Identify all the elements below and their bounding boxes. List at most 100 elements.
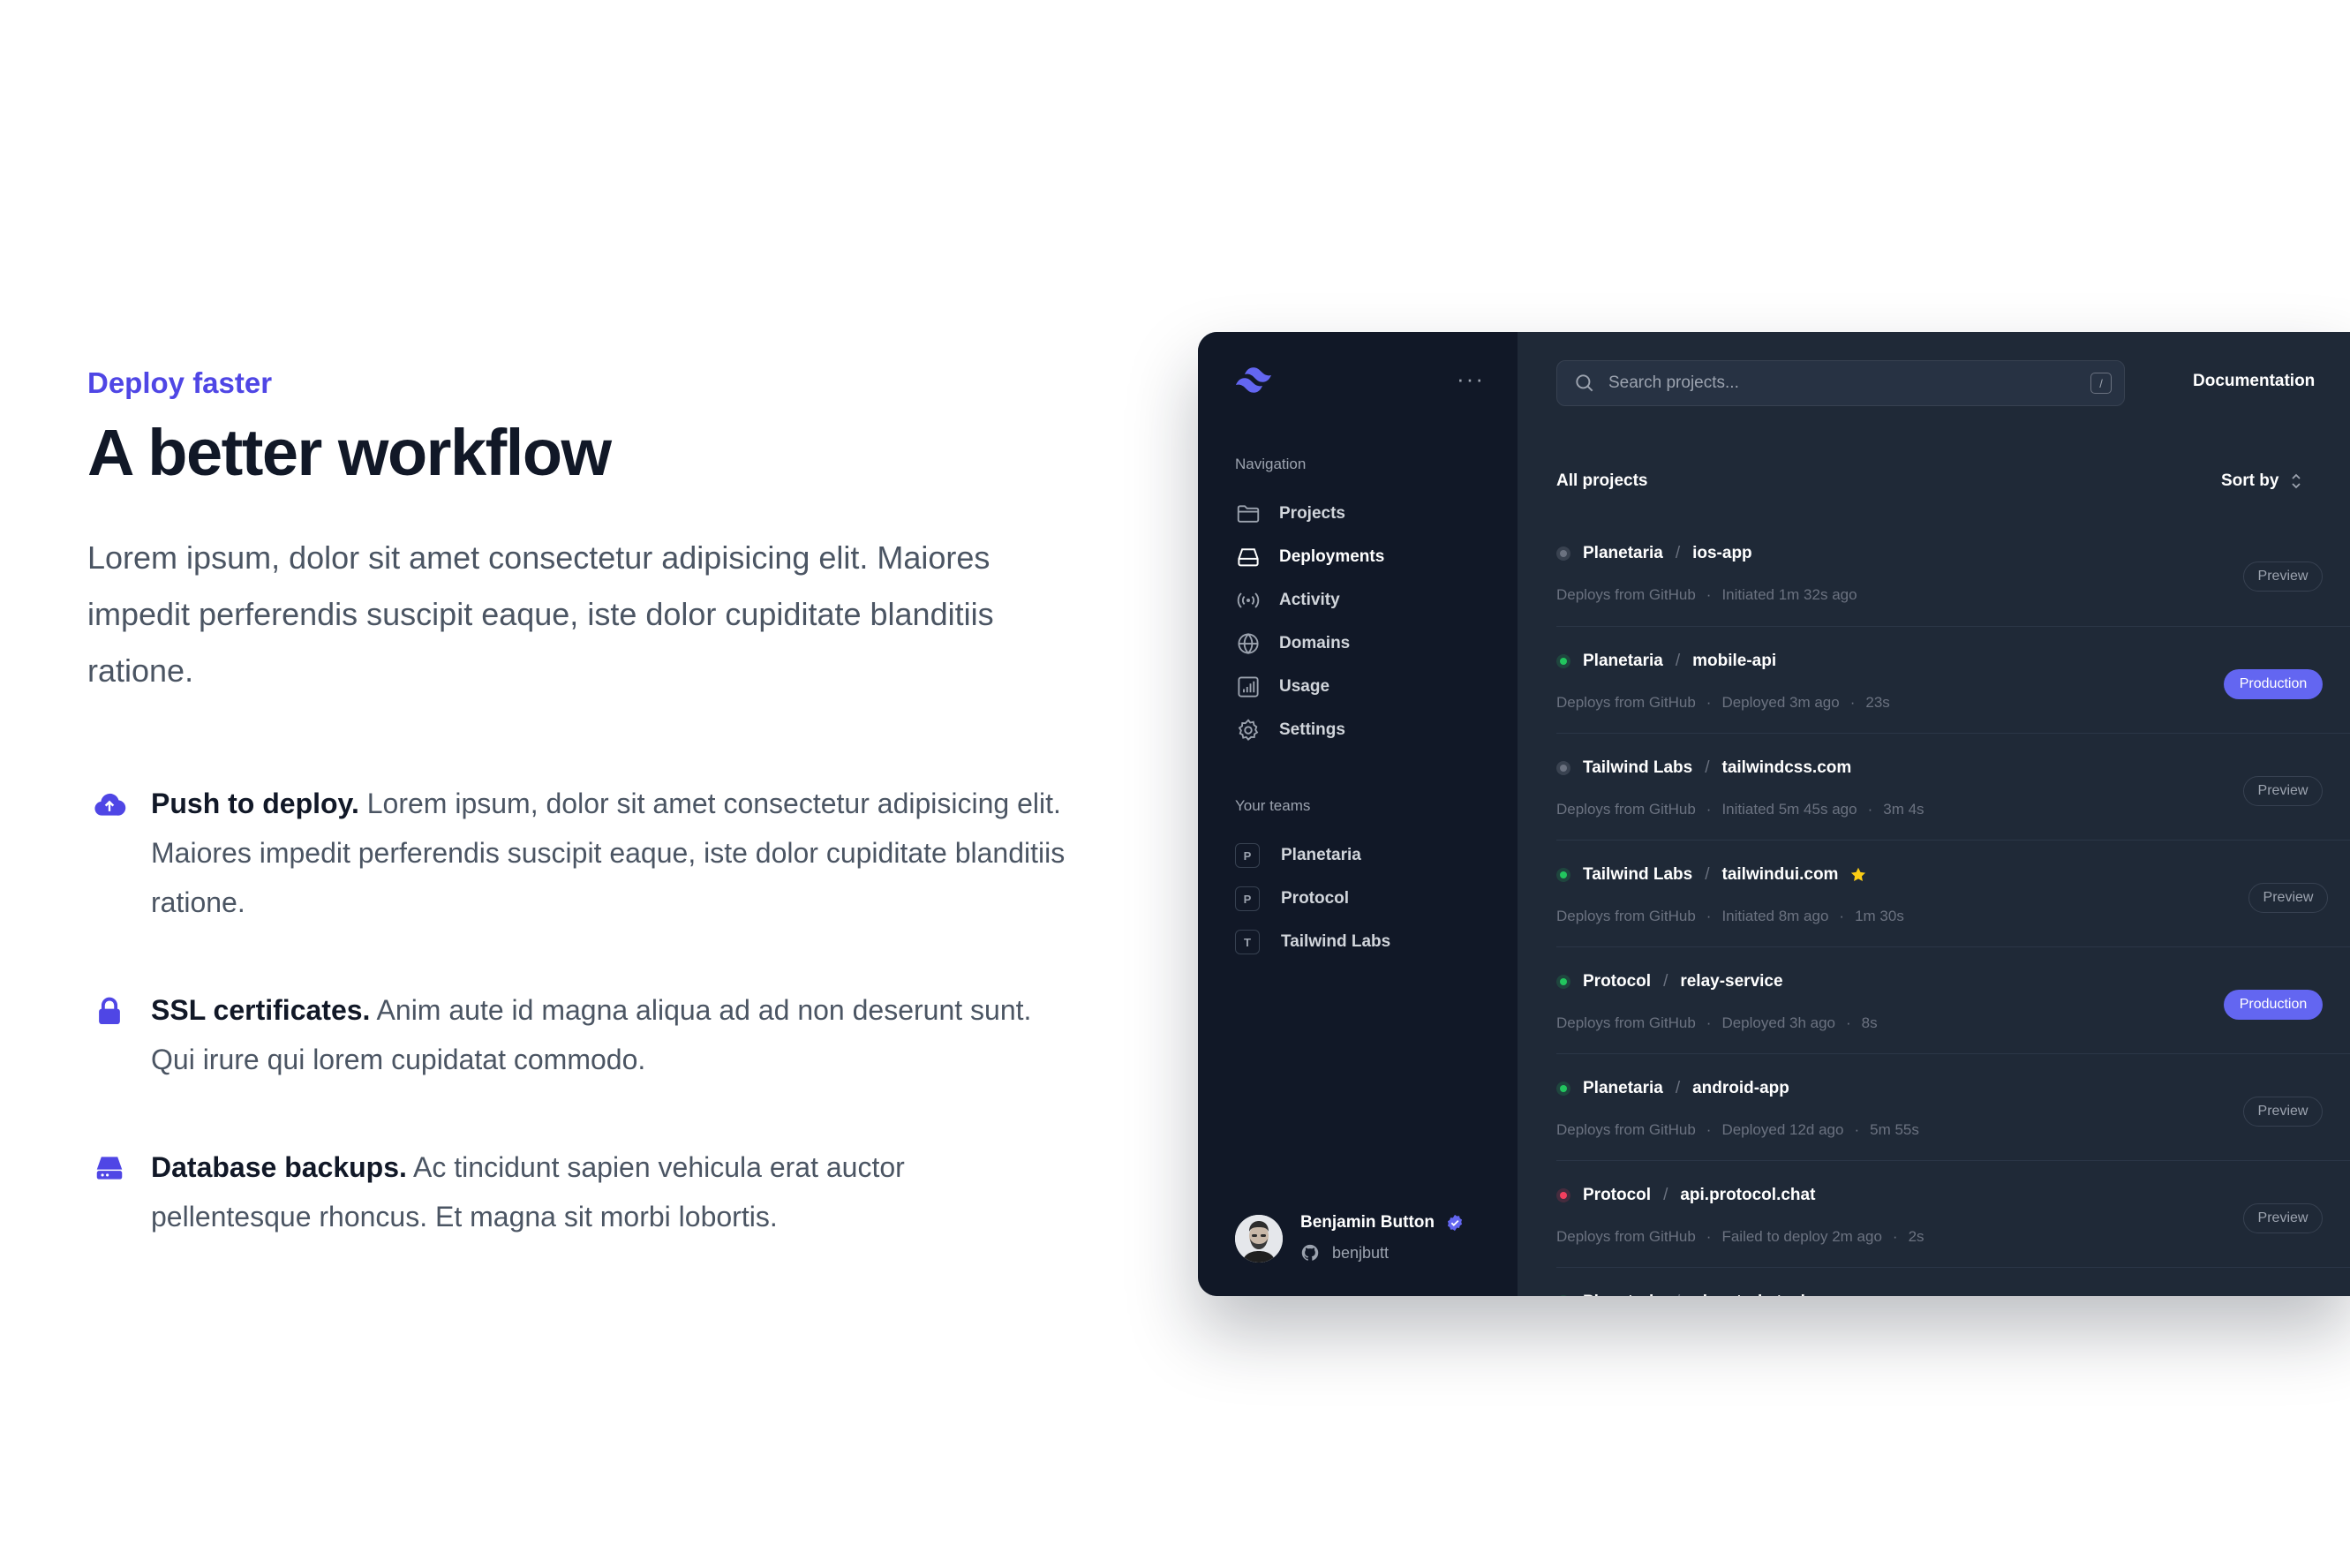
search-bar[interactable]: Search projects... / bbox=[1556, 360, 2125, 406]
table-row[interactable]: Tailwind Labs / tailwindcss.com Deploys fro… bbox=[1556, 733, 2350, 840]
sidebar-item-label: Deployments bbox=[1279, 547, 1385, 566]
chart-bar-icon bbox=[1238, 676, 1259, 697]
separator: / bbox=[1676, 1293, 1680, 1296]
sidebar-item-projects[interactable]: Projects bbox=[1235, 496, 1345, 531]
deployment-source: Deploys from GitHub bbox=[1556, 1014, 1696, 1031]
user-profile[interactable]: Benjamin Button benjbutt bbox=[1235, 1213, 1500, 1271]
environment-badge: Production bbox=[2224, 990, 2323, 1020]
team-label: Planetaria bbox=[1281, 846, 1361, 864]
list-title: All projects bbox=[1556, 471, 1648, 490]
feature-database-backups: Database backups. Ac tincidunt sapien ve… bbox=[87, 1142, 1069, 1241]
environment-badge: Preview bbox=[2243, 562, 2323, 592]
deployment-source: Deploys from GitHub bbox=[1556, 586, 1696, 603]
team-name: Protocol bbox=[1583, 972, 1652, 991]
feature-section: Deploy faster A better workflow Lorem ip… bbox=[87, 360, 1065, 1241]
search-input[interactable]: Search projects... bbox=[1608, 373, 2090, 393]
table-row[interactable]: Planetaria / mobile-api Deploys from GitHub… bbox=[1556, 626, 2350, 733]
table-row[interactable]: Protocol / api.protocol.chat Deploys from G… bbox=[1556, 1160, 2350, 1267]
deployment-source: Deploys from GitHub bbox=[1556, 908, 1696, 924]
separator: / bbox=[1705, 865, 1710, 884]
project-name: relay-service bbox=[1680, 972, 1783, 991]
feature-push-to-deploy: Push to deploy. Lorem ipsum, dolor sit a… bbox=[87, 779, 1069, 927]
deployment-info: Deployed 12d ago bbox=[1721, 1121, 1844, 1138]
sidebar-team-tailwind-labs[interactable]: T Tailwind Labs bbox=[1235, 924, 1390, 960]
deployment-meta: Deploys from GitHub · Deployed 3m ago · 23s bbox=[1556, 694, 1890, 712]
team-name: Planetaria bbox=[1583, 1293, 1663, 1296]
team-initial: P bbox=[1235, 886, 1260, 911]
meta-separator: · bbox=[1846, 1014, 1851, 1031]
environment-badge: Preview bbox=[2243, 1203, 2323, 1233]
team-initial: T bbox=[1235, 930, 1260, 954]
search-shortcut-key: / bbox=[2090, 373, 2112, 394]
separator: / bbox=[1663, 972, 1668, 991]
status-dot bbox=[1556, 1082, 1570, 1096]
feature-name: Database backups. bbox=[151, 1151, 407, 1183]
table-row[interactable]: Planetaria / ios-app Deploys from GitHub · In… bbox=[1556, 519, 2350, 625]
status-dot bbox=[1556, 868, 1570, 882]
feature-name: Push to deploy. bbox=[151, 788, 359, 819]
main-panel: Search projects... / Documentation All p… bbox=[1518, 332, 2350, 1296]
sort-by-button[interactable]: Sort by bbox=[2221, 471, 2303, 491]
sidebar-item-usage[interactable]: Usage bbox=[1235, 669, 1329, 705]
project-name: android-app bbox=[1692, 1079, 1789, 1097]
status-dot bbox=[1556, 654, 1570, 668]
sidebar-item-label: Projects bbox=[1279, 504, 1345, 523]
sidebar-item-label: Usage bbox=[1279, 677, 1330, 696]
team-name: Planetaria bbox=[1583, 652, 1663, 670]
avatar-illustration bbox=[1235, 1215, 1283, 1263]
environment-badge: Production bbox=[2224, 669, 2323, 699]
team-name: Protocol bbox=[1583, 1186, 1652, 1204]
nav-heading: Navigation bbox=[1235, 456, 1307, 472]
cloud-upload-icon bbox=[94, 793, 126, 816]
feature-ssl-certificates: SSL certificates. Anim aute id magna ali… bbox=[87, 985, 1069, 1084]
deployment-title: Planetaria / android-app bbox=[1556, 1079, 1789, 1098]
sidebar-team-protocol[interactable]: P Protocol bbox=[1235, 881, 1349, 916]
environment-badge: Preview bbox=[2243, 1097, 2323, 1127]
meta-separator: · bbox=[1839, 908, 1845, 924]
more-options-button[interactable]: ··· bbox=[1457, 366, 1485, 393]
status-dot bbox=[1556, 547, 1570, 561]
status-dot bbox=[1556, 1188, 1570, 1202]
sort-by-label: Sort by bbox=[2221, 471, 2279, 490]
deployment-info: Initiated 1m 32s ago bbox=[1721, 586, 1857, 603]
deployment-source: Deploys from GitHub bbox=[1556, 801, 1696, 818]
environment-badge: Preview bbox=[2248, 883, 2328, 913]
gear-icon bbox=[1238, 719, 1259, 741]
sidebar-team-planetaria[interactable]: P Planetaria bbox=[1235, 838, 1361, 873]
documentation-link[interactable]: Documentation bbox=[2193, 372, 2315, 391]
teams-heading: Your teams bbox=[1235, 797, 1311, 814]
deployment-meta: Deploys from GitHub · Failed to deploy 2m … bbox=[1556, 1228, 1924, 1246]
verified-badge-icon bbox=[1447, 1214, 1463, 1232]
project-name: ios-app bbox=[1692, 544, 1752, 562]
deployment-meta: Deploys from GitHub · Deployed 3h ago · 8s bbox=[1556, 1014, 1878, 1032]
sidebar-item-domains[interactable]: Domains bbox=[1235, 626, 1350, 661]
table-row[interactable]: Planetaria / planetaria.tech bbox=[1556, 1267, 2350, 1296]
deployment-info: Initiated 8m ago bbox=[1721, 908, 1829, 924]
sidebar-item-label: Activity bbox=[1279, 591, 1340, 609]
app-window-screenshot: ··· Navigation Projects Deployments Acti… bbox=[1198, 332, 2350, 1296]
globe-icon bbox=[1238, 633, 1259, 654]
sidebar-item-settings[interactable]: Settings bbox=[1235, 712, 1345, 748]
feature-list: Push to deploy. Lorem ipsum, dolor sit a… bbox=[87, 779, 1065, 1241]
table-row[interactable]: Planetaria / android-app Deploys from GitHu… bbox=[1556, 1053, 2350, 1160]
feature-name: SSL certificates. bbox=[151, 994, 371, 1026]
separator: / bbox=[1705, 758, 1710, 777]
project-name: tailwindcss.com bbox=[1721, 758, 1852, 777]
project-name: api.protocol.chat bbox=[1680, 1186, 1816, 1204]
meta-separator: · bbox=[1706, 1014, 1712, 1031]
meta-separator: · bbox=[1706, 694, 1712, 711]
table-row[interactable]: Protocol / relay-service Deploys from GitHu… bbox=[1556, 946, 2350, 1053]
team-name: Tailwind Labs bbox=[1583, 758, 1693, 777]
eyebrow: Deploy faster bbox=[87, 366, 273, 399]
team-name: Tailwind Labs bbox=[1583, 865, 1693, 884]
deployment-info: Failed to deploy 2m ago bbox=[1721, 1228, 1882, 1245]
separator: / bbox=[1675, 544, 1681, 562]
project-name: mobile-api bbox=[1692, 652, 1777, 670]
deployment-duration: 1m 30s bbox=[1855, 908, 1904, 924]
sidebar-item-deployments[interactable]: Deployments bbox=[1235, 539, 1384, 575]
logo-icon[interactable] bbox=[1233, 366, 1279, 397]
status-dot bbox=[1556, 975, 1570, 989]
table-row[interactable]: Tailwind Labs / tailwindui.com Deploys from… bbox=[1556, 840, 2350, 946]
sidebar-item-activity[interactable]: Activity bbox=[1235, 583, 1340, 618]
team-initial: P bbox=[1235, 843, 1260, 868]
